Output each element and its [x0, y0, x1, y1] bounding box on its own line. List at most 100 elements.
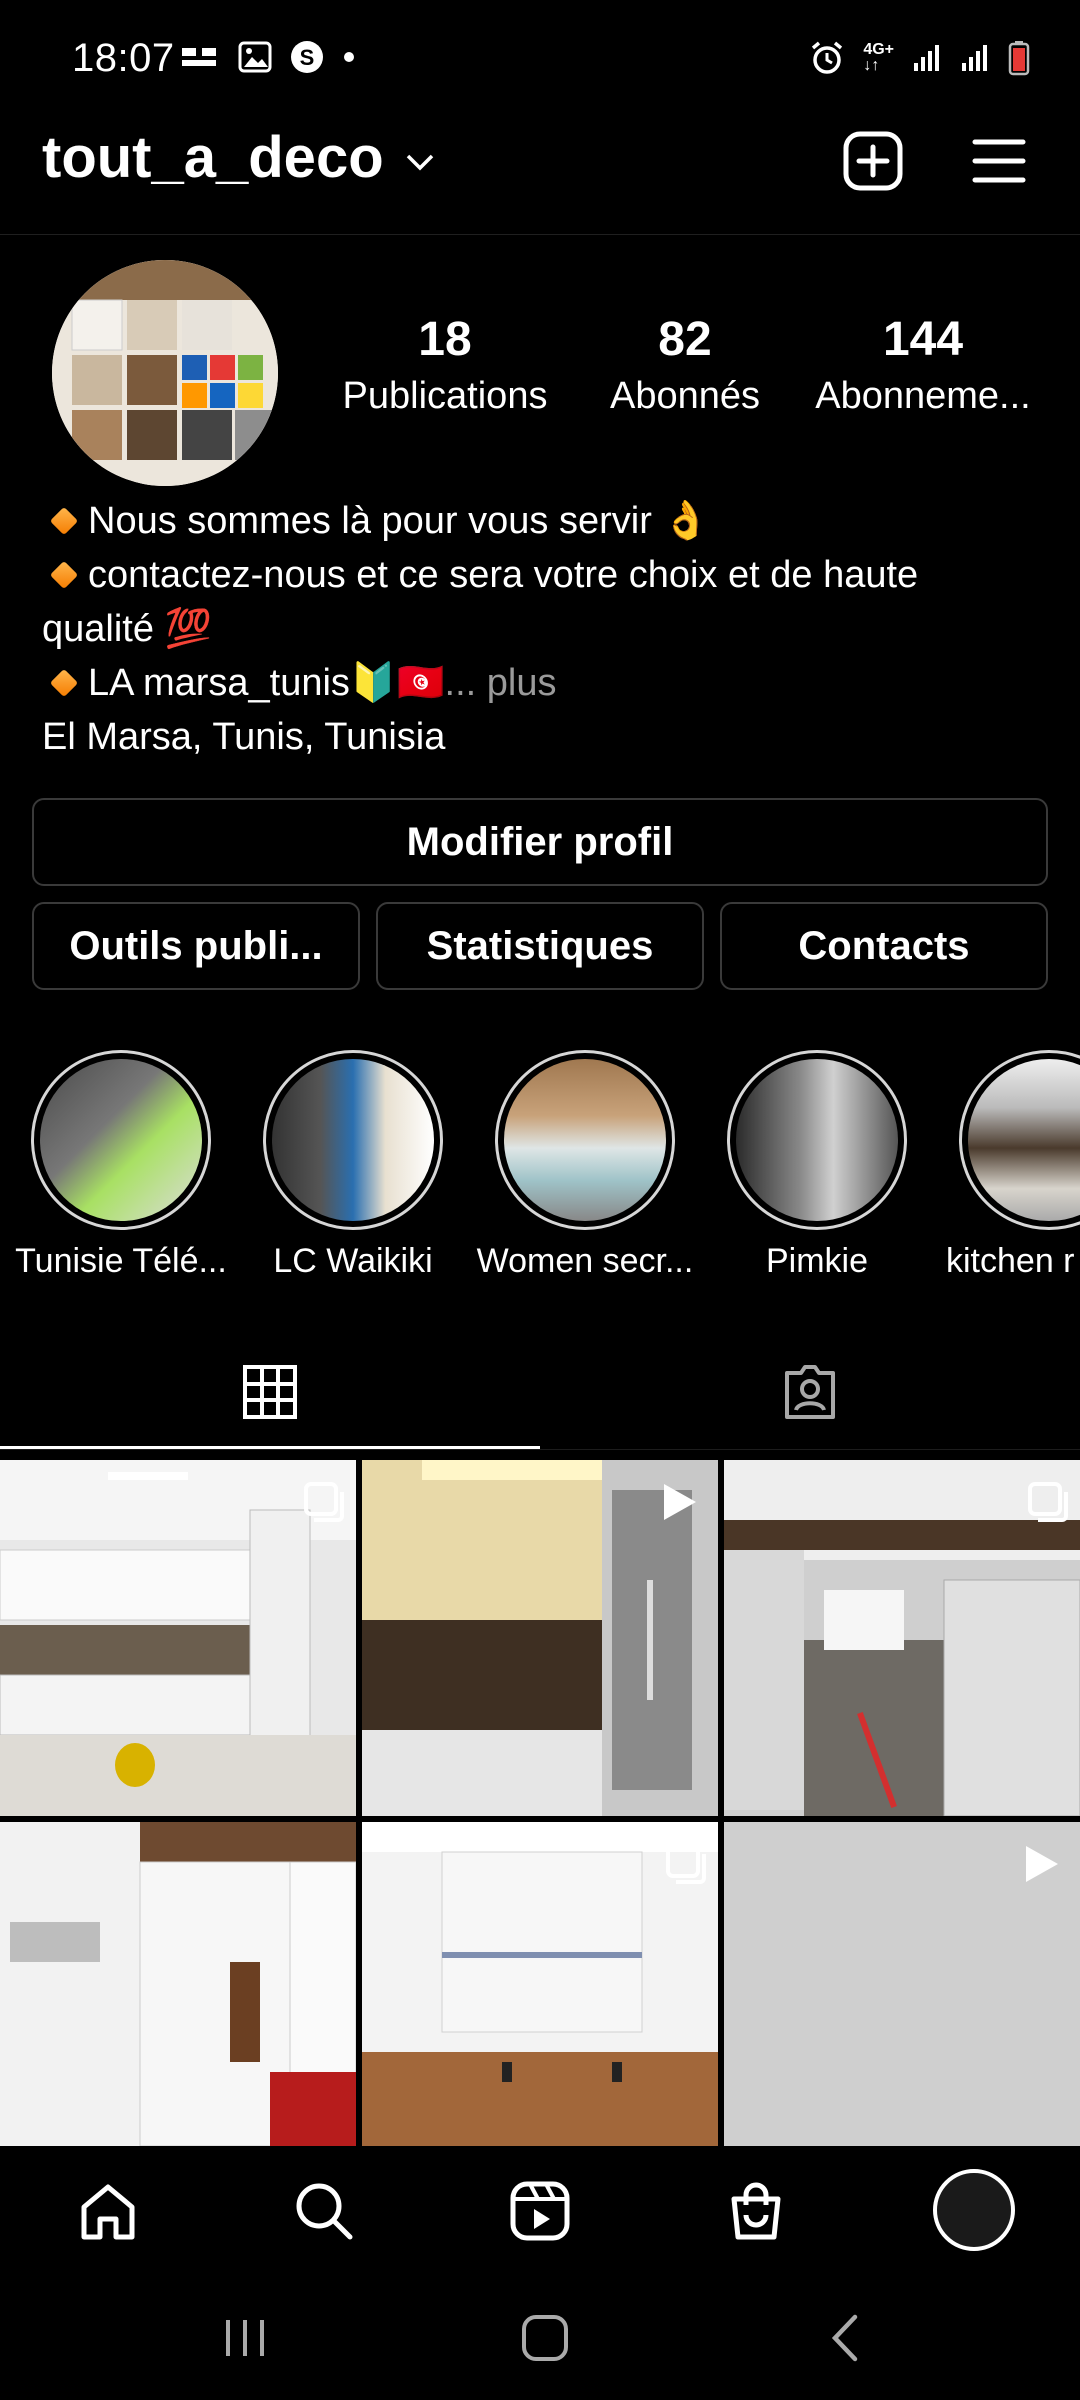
stat-followers[interactable]: 82 Abonnés: [590, 312, 780, 418]
highlight-cover: [31, 1050, 211, 1230]
status-time: 18:07: [72, 36, 175, 80]
post-thumbnail[interactable]: [362, 1822, 718, 2146]
tab-tagged[interactable]: [540, 1340, 1080, 1444]
highlight-item[interactable]: Pimkie: [702, 1050, 932, 1281]
highlight-cover: [263, 1050, 443, 1230]
highlight-item[interactable]: kitchen r: [934, 1050, 1080, 1281]
post-image: [724, 1460, 1080, 1816]
hamburger-icon: [972, 139, 1026, 183]
stat-following[interactable]: 144 Abonneme...: [808, 312, 1038, 418]
nav-search[interactable]: [276, 2166, 372, 2256]
highlight-item[interactable]: Tunisie Télé...: [6, 1050, 236, 1281]
bio-line: Nous sommes là pour vous servir 👌: [42, 494, 1042, 548]
diamond-icon: [49, 668, 79, 698]
bio-text: contactez-nous et ce sera votre choix et…: [88, 554, 919, 596]
svg-text:S: S: [300, 45, 315, 70]
post-thumbnail[interactable]: [0, 1822, 356, 2146]
stat-following-value: 144: [882, 313, 964, 366]
highlight-label: kitchen r: [946, 1242, 1075, 1280]
home-button[interactable]: [500, 2298, 590, 2378]
bio-location: El Marsa, Tunis, Tunisia: [42, 716, 446, 758]
carousel-icon: [666, 1844, 706, 1884]
profile-bio: Nous sommes là pour vous servir 👌 contac…: [42, 494, 1042, 764]
stat-posts-value: 18: [418, 313, 472, 366]
highlight-cover: [727, 1050, 907, 1230]
highlight-label: Women secr...: [476, 1242, 694, 1280]
post-thumbnail[interactable]: [0, 1460, 356, 1816]
bio-text: qualité 💯: [42, 608, 212, 650]
dual-sim-icon: [182, 48, 216, 66]
video-play-icon: [1026, 1846, 1058, 1882]
menu-button[interactable]: [964, 126, 1034, 196]
grid-icon: [243, 1365, 297, 1419]
contacts-button[interactable]: Contacts: [720, 902, 1048, 990]
home-square-icon: [522, 2315, 568, 2361]
highlight-item[interactable]: LC Waikiki: [238, 1050, 468, 1281]
highlight-cover: [495, 1050, 675, 1230]
account-username[interactable]: tout_a_deco: [42, 124, 384, 191]
post-thumbnail[interactable]: [362, 1460, 718, 1816]
bio-text: Nous sommes là pour vous servir 👌: [88, 500, 710, 542]
highlight-cover: [959, 1050, 1080, 1230]
status-bar: 18:07 S 4G+ ↓↑: [0, 0, 1080, 120]
stat-followers-value: 82: [658, 313, 712, 366]
reels-icon: [510, 2181, 570, 2241]
signal-icon: [962, 45, 987, 71]
carousel-icon: [1028, 1482, 1068, 1522]
tab-grid[interactable]: [0, 1340, 540, 1444]
status-left-icons: S: [180, 40, 356, 74]
recent-apps-icon: [226, 2320, 264, 2356]
system-navigation: [0, 2276, 1080, 2400]
professional-tools-button[interactable]: Outils publi...: [32, 902, 360, 990]
post-image: [0, 1460, 356, 1816]
search-icon: [296, 2183, 353, 2240]
video-play-icon: [664, 1484, 696, 1520]
signal-icon: [914, 45, 939, 71]
carousel-icon: [304, 1482, 344, 1522]
stat-followers-label: Abonnés: [609, 375, 760, 417]
bottom-navigation: [0, 2146, 1080, 2276]
tagged-icon: [785, 1365, 835, 1419]
insights-button[interactable]: Statistiques: [376, 902, 704, 990]
highlight-label: LC Waikiki: [273, 1242, 433, 1280]
back-button[interactable]: [800, 2298, 890, 2378]
highlight-label: Pimkie: [765, 1242, 869, 1280]
status-right-icons: 4G+ ↓↑: [809, 40, 1030, 76]
nav-home[interactable]: [60, 2166, 156, 2256]
nav-profile[interactable]: [924, 2160, 1024, 2260]
post-image: [362, 1822, 718, 2146]
profile-avatar-icon: [933, 2169, 1015, 2251]
battery-icon: [1008, 41, 1030, 76]
highlight-item[interactable]: Women secr...: [470, 1050, 700, 1281]
post-image: [0, 1822, 356, 2146]
edit-profile-button[interactable]: Modifier profil: [32, 798, 1048, 886]
stat-posts[interactable]: 18 Publications: [320, 312, 570, 418]
stat-following-label: Abonneme...: [815, 375, 1031, 417]
post-thumbnail[interactable]: [724, 1822, 1080, 2146]
chevron-down-icon[interactable]: [404, 150, 436, 174]
image-icon: [238, 41, 272, 73]
nav-reels[interactable]: [492, 2166, 588, 2256]
alarm-icon: [812, 41, 843, 74]
back-arrow-icon: [831, 2314, 858, 2362]
plus-square-icon: [843, 131, 903, 191]
bio-line: contactez-nous et ce sera votre choix et…: [42, 548, 1042, 602]
diamond-icon: [49, 560, 79, 590]
stat-posts-label: Publications: [342, 375, 548, 417]
tab-divider: [0, 1449, 1080, 1450]
shop-icon: [731, 2182, 781, 2240]
profile-avatar[interactable]: [52, 260, 278, 486]
create-post-button[interactable]: [838, 126, 908, 196]
bio-more-link[interactable]: ... plus: [445, 656, 557, 710]
post-thumbnail[interactable]: [724, 1460, 1080, 1816]
4g-icon: 4G+ ↓↑: [863, 41, 894, 74]
bio-line: qualité 💯: [42, 602, 1042, 656]
home-icon: [81, 2184, 135, 2240]
bio-text: LA marsa_tunis🔰🇹🇳: [88, 662, 445, 704]
network-label: 4G+: [863, 41, 894, 58]
avatar-image: [52, 260, 278, 486]
nav-shop[interactable]: [708, 2166, 804, 2256]
highlight-label: Tunisie Télé...: [15, 1242, 227, 1280]
recent-apps-button[interactable]: [200, 2298, 290, 2378]
dot-icon: [344, 52, 354, 62]
